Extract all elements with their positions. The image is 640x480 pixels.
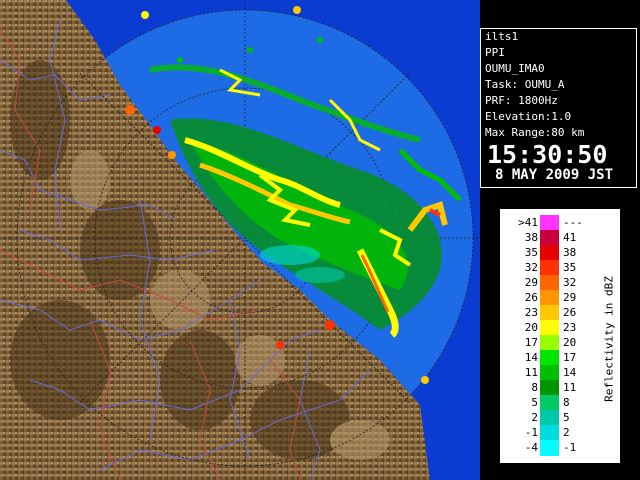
legend-color-swatch <box>540 260 559 276</box>
elevation-value: Elevation:1.0 <box>485 110 572 123</box>
legend-row: 23 26 <box>500 305 600 321</box>
legend-color-swatch <box>540 395 559 411</box>
observation-time: 15:30:50 <box>487 140 608 169</box>
legend-upper-bound: 11 <box>563 381 577 394</box>
legend-lower-bound: 35 <box>524 246 538 259</box>
legend-upper-bound: 29 <box>563 291 577 304</box>
legend-upper-bound: 5 <box>563 411 570 424</box>
legend-lower-bound: 20 <box>524 321 538 334</box>
legend-row: 35 38 <box>500 245 600 261</box>
legend-lower-bound: 26 <box>524 291 538 304</box>
legend-upper-bound: 26 <box>563 306 577 319</box>
legend-color-swatch <box>540 290 559 306</box>
legend-lower-bound: 38 <box>524 231 538 244</box>
legend-lower-bound: 17 <box>524 336 538 349</box>
legend-upper-bound: 17 <box>563 351 577 364</box>
legend-color-swatch <box>540 350 559 366</box>
prf-value: PRF: 1800Hz <box>485 94 558 107</box>
max-range-value: Max Range:80 km <box>485 126 585 139</box>
legend-unit-text: Reflectivity in dBZ <box>602 276 616 402</box>
legend-upper-bound: --- <box>563 216 583 229</box>
legend-row: >41 --- <box>500 215 600 231</box>
legend-upper-bound: 2 <box>563 426 570 439</box>
legend-lower-bound: 11 <box>524 366 538 379</box>
legend-lower-bound: 2 <box>531 411 538 424</box>
legend-row: 38 41 <box>500 230 600 246</box>
legend-color-swatch <box>540 305 559 321</box>
legend-row: 25 <box>500 410 600 426</box>
legend-lower-bound: >41 <box>518 216 538 229</box>
site-name: OUMU_IMA0 <box>485 62 545 75</box>
legend-upper-bound: -1 <box>563 441 577 454</box>
legend-lower-bound: 14 <box>524 351 538 364</box>
legend-color-swatch <box>540 425 559 441</box>
reflectivity-legend: >41 --- 38 41 35 38 32 35 29 32 26 29 23 26 20 23 17 20 14… <box>499 208 621 464</box>
legend-lower-bound: 5 <box>531 396 538 409</box>
radar-id: ilts1 <box>485 30 519 43</box>
legend-upper-bound: 23 <box>563 321 577 334</box>
legend-lower-bound: 23 <box>524 306 538 319</box>
legend-color-swatch <box>540 275 559 291</box>
legend-color-swatch <box>540 245 559 261</box>
legend-lower-bound: 32 <box>524 261 538 274</box>
legend-lower-bound: -4 <box>524 441 538 454</box>
legend-row: 32 35 <box>500 260 600 276</box>
legend-upper-bound: 8 <box>563 396 570 409</box>
legend-color-swatch <box>540 335 559 351</box>
legend-upper-bound: 20 <box>563 336 577 349</box>
legend-upper-bound: 38 <box>563 246 577 259</box>
legend-row: 26 29 <box>500 290 600 306</box>
legend-color-swatch <box>540 230 559 246</box>
legend-row: -1 2 <box>500 425 600 441</box>
legend-row: 11 14 <box>500 365 600 381</box>
legend-color-swatch <box>540 215 559 231</box>
legend-color-swatch <box>540 380 559 396</box>
legend-color-swatch <box>540 440 559 456</box>
legend-upper-bound: 35 <box>563 261 577 274</box>
legend-row: 14 17 <box>500 350 600 366</box>
radar-info-panel: ilts1 PPI OUMU_IMA0 Task: OUMU_A PRF: 18… <box>480 28 637 188</box>
observation-date: 8 MAY 2009 JST <box>495 167 614 183</box>
legend-unit-label: Reflectivity in dBZ <box>600 269 618 409</box>
legend-color-swatch <box>540 365 559 381</box>
legend-upper-bound: 14 <box>563 366 577 379</box>
legend-lower-bound: 8 <box>531 381 538 394</box>
legend-row: 8 11 <box>500 380 600 396</box>
legend-row: 29 32 <box>500 275 600 291</box>
legend-color-swatch <box>540 410 559 426</box>
legend-row: -4 -1 <box>500 440 600 456</box>
legend-lower-bound: 29 <box>524 276 538 289</box>
legend-upper-bound: 32 <box>563 276 577 289</box>
legend-color-swatch <box>540 320 559 336</box>
task-name: Task: OUMU_A <box>485 78 565 91</box>
product-type: PPI <box>485 46 505 59</box>
legend-lower-bound: -1 <box>524 426 538 439</box>
legend-row: 20 23 <box>500 320 600 336</box>
legend-row: 58 <box>500 395 600 411</box>
legend-row: 17 20 <box>500 335 600 351</box>
legend-upper-bound: 41 <box>563 231 577 244</box>
